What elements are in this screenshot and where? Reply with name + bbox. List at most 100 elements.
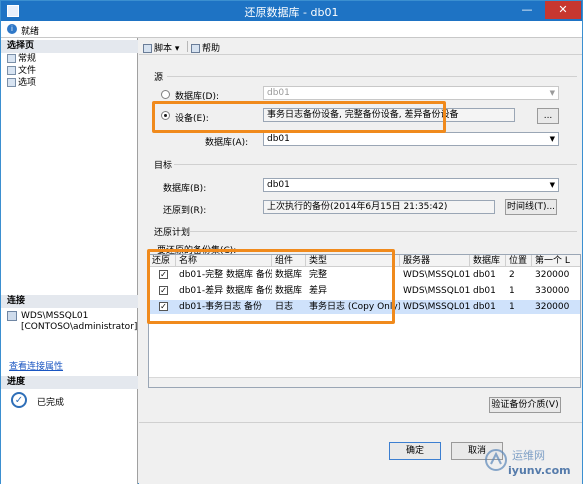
divider	[189, 231, 577, 232]
backup-sets-grid: 还原 名称 组件 类型 服务器 数据库 位置 第一个 L ✓ db01-完整 数…	[148, 254, 581, 388]
page-files[interactable]: 文件	[7, 65, 36, 77]
backup-database: db01	[473, 302, 496, 312]
progress-header: 进度	[1, 376, 138, 389]
backup-server: WDS\MSSQL01	[403, 286, 470, 296]
connection-server: WDS\MSSQL01	[21, 311, 89, 321]
restore-plan-section-label: 还原计划	[154, 228, 191, 238]
device-field[interactable]: 事务日志备份设备, 完整备份设备, 差异备份设备	[263, 108, 515, 122]
column-header[interactable]: 服务器	[400, 255, 470, 267]
site-watermark: 运维网 iyunv.com	[482, 445, 578, 479]
page-files-label: 文件	[18, 66, 37, 76]
backup-first-lsn: 320000	[535, 302, 570, 312]
backup-position: 1	[509, 286, 515, 296]
window-title: 还原数据库 - db01	[244, 6, 339, 19]
page-icon	[7, 66, 16, 75]
divider	[167, 76, 577, 77]
database-radio[interactable]	[161, 90, 170, 99]
source-section-label: 源	[154, 73, 164, 83]
backup-position: 1	[509, 302, 515, 312]
connection-header: 连接	[1, 295, 138, 308]
left-pane: 选择页 常规 文件 选项 连接 WDS\MSSQL01 [CONTOSO\adm…	[1, 38, 138, 484]
device-database-select[interactable]: db01 ▼	[263, 132, 559, 146]
status-label: 就绪	[21, 27, 40, 37]
backup-type: 完整	[309, 270, 328, 280]
help-button[interactable]: 帮助	[191, 41, 220, 54]
page-options-label: 选项	[18, 78, 37, 88]
divider	[139, 422, 582, 423]
divider	[174, 164, 577, 165]
backup-server: WDS\MSSQL01	[403, 302, 470, 312]
source-database-select[interactable]: db01 ▼	[263, 86, 559, 100]
chevron-down-icon: ▼	[549, 181, 555, 189]
target-database-value: db01	[267, 180, 290, 190]
backup-name: db01-差异 数据库 备份	[179, 286, 272, 296]
target-database-label: 数据库(B):	[163, 184, 207, 194]
status-strip: i 就绪	[1, 21, 582, 38]
source-database-value: db01	[267, 88, 290, 98]
database-option-label: 数据库(D):	[175, 92, 219, 102]
backup-type: 差异	[309, 286, 328, 296]
backup-first-lsn: 320000	[535, 270, 570, 280]
timeline-button[interactable]: 时间线(T)...	[505, 199, 557, 215]
restore-to-field: 上次执行的备份(2014年6月15日 21:35:42)	[263, 200, 495, 214]
page-general-label: 常规	[18, 54, 37, 64]
completed-icon: ✓	[11, 392, 27, 408]
table-row[interactable]: ✓ db01-事务日志 备份 日志 事务日志 (Copy Only) WDS\M…	[149, 300, 580, 314]
script-label: 脚本	[154, 44, 173, 54]
device-radio[interactable]	[161, 111, 170, 120]
page-general[interactable]: 常规	[7, 53, 36, 65]
restore-checkbox[interactable]: ✓	[159, 286, 168, 295]
verify-backup-media-button[interactable]: 验证备份介质(V)	[489, 397, 561, 413]
page-icon	[7, 78, 16, 87]
column-header[interactable]: 还原	[149, 255, 176, 267]
backup-position: 2	[509, 270, 515, 280]
backup-database: db01	[473, 270, 496, 280]
column-header[interactable]: 类型	[306, 255, 400, 267]
backup-type: 事务日志 (Copy Only)	[309, 302, 400, 312]
close-button[interactable]: ✕	[545, 1, 581, 19]
backup-server: WDS\MSSQL01	[403, 270, 470, 280]
horizontal-scrollbar[interactable]	[149, 377, 580, 387]
watermark-line1: 运维网	[512, 449, 545, 462]
help-icon	[191, 44, 200, 53]
chevron-down-icon: ▾	[174, 44, 180, 54]
backup-component: 日志	[275, 302, 294, 312]
backup-database: db01	[473, 286, 496, 296]
target-section-label: 目标	[154, 161, 173, 171]
column-header[interactable]: 组件	[272, 255, 306, 267]
toolbar: 脚本 ▾ 帮助	[139, 38, 582, 55]
device-database-value: db01	[267, 134, 290, 144]
backup-component: 数据库	[275, 270, 303, 280]
progress-status: 已完成	[37, 398, 65, 408]
select-page-header: 选择页	[1, 40, 138, 53]
script-button[interactable]: 脚本 ▾	[143, 41, 179, 54]
page-icon	[7, 54, 16, 63]
page-options[interactable]: 选项	[7, 77, 36, 89]
connection-user: [CONTOSO\administrator]	[21, 322, 138, 332]
chevron-down-icon: ▼	[549, 135, 555, 143]
info-icon: i	[7, 24, 17, 34]
device-database-label: 数据库(A):	[205, 138, 249, 148]
minimize-button[interactable]: —	[515, 1, 539, 19]
column-header[interactable]: 位置	[506, 255, 532, 267]
column-header[interactable]: 第一个 L	[532, 255, 580, 267]
restore-checkbox[interactable]: ✓	[159, 302, 168, 311]
column-header[interactable]: 数据库	[470, 255, 506, 267]
target-database-select[interactable]: db01 ▼	[263, 178, 559, 192]
chevron-down-icon: ▼	[549, 89, 555, 97]
script-icon	[143, 44, 152, 53]
server-icon	[7, 311, 17, 321]
device-option-label: 设备(E):	[175, 114, 209, 124]
backup-name: db01-完整 数据库 备份	[179, 270, 272, 280]
column-header[interactable]: 名称	[176, 255, 272, 267]
ok-button[interactable]: 确定	[389, 442, 441, 460]
browse-device-button[interactable]: ...	[537, 108, 559, 124]
title-bar: 还原数据库 - db01 — ✕	[1, 1, 582, 21]
restore-checkbox[interactable]: ✓	[159, 270, 168, 279]
backup-name: db01-事务日志 备份	[179, 302, 262, 312]
view-connection-properties-link[interactable]: 查看连接属性	[9, 359, 63, 372]
main-content: 脚本 ▾ 帮助 源 数据库(D): db01 ▼ 设备(E): 事务日志备份设备…	[139, 38, 582, 484]
toolbar-separator	[187, 41, 188, 52]
watermark-line2: iyunv.com	[508, 464, 571, 477]
watermark-logo: 运维网 iyunv.com	[485, 449, 571, 477]
